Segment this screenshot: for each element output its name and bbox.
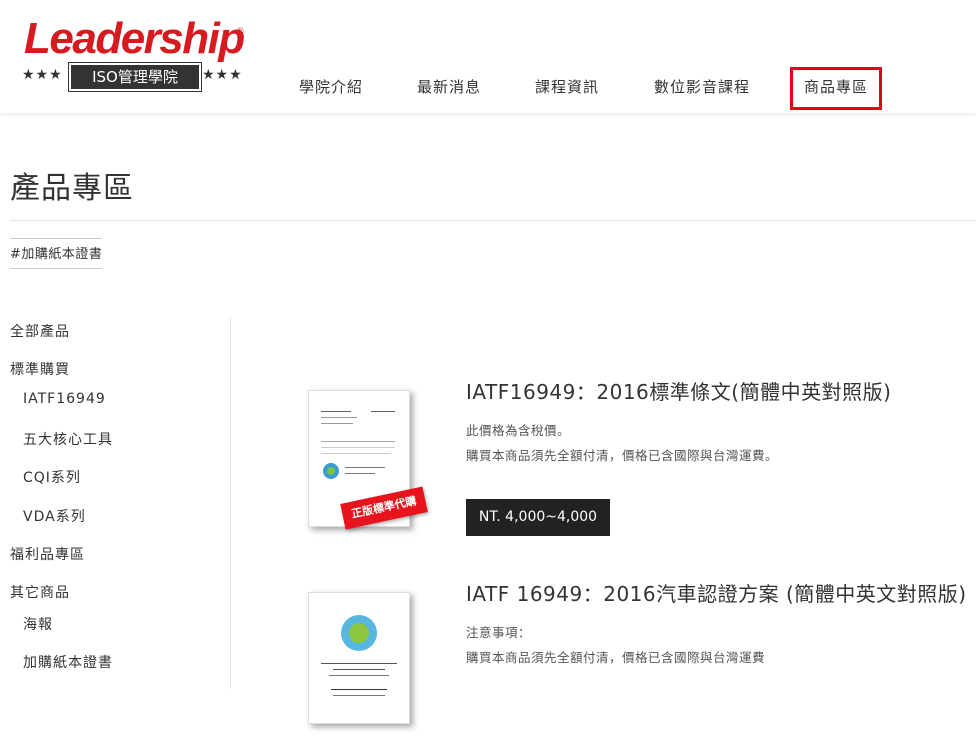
category-sidebar: 全部產品 標準購買 IATF16949 五大核心工具 CQI系列 VDA系列 福… — [0, 318, 231, 689]
nav-item-digital-courses[interactable]: 數位影音課程 — [654, 76, 750, 97]
sidebar-item-core-tools[interactable]: 五大核心工具 — [23, 429, 113, 449]
site-logo[interactable]: Leadership ® ★★★ ISO管理學院 ★★★ — [22, 16, 248, 96]
nav-item-about[interactable]: 學院介紹 — [299, 76, 363, 97]
page-title: 產品專區 — [10, 171, 134, 206]
nav-active-highlight — [790, 67, 882, 110]
nav-item-news[interactable]: 最新消息 — [417, 76, 481, 97]
site-header: Leadership ® ★★★ ISO管理學院 ★★★ 學院介紹 最新消息 課… — [0, 0, 976, 113]
sidebar-item-vda[interactable]: VDA系列 — [23, 506, 86, 526]
product-thumbnail[interactable]: 正版標準代購 — [300, 390, 430, 540]
product-thumbnail[interactable] — [300, 592, 430, 742]
logo-stars-left: ★★★ — [22, 67, 63, 83]
sidebar-item-posters[interactable]: 海報 — [23, 614, 53, 634]
product-note: 此價格為含稅價。 — [466, 423, 571, 438]
logo-badge: ISO管理學院 — [68, 62, 202, 92]
document-image — [308, 592, 410, 724]
product-title[interactable]: IATF16949：2016標準條文(簡體中英對照版) — [466, 376, 891, 405]
logo-stars-right: ★★★ — [202, 67, 243, 83]
sidebar-item-all[interactable]: 全部產品 — [10, 321, 70, 341]
nav-item-courses[interactable]: 課程資訊 — [535, 76, 599, 97]
sidebar-item-standards[interactable]: 標準購買 — [10, 359, 70, 379]
product-note: 購買本商品須先全額付清，價格已含國際與台灣運費。 — [466, 448, 779, 463]
product-card: IATF 16949：2016汽車認證方案 (簡體中英文對照版) 注意事項： 購… — [300, 578, 976, 724]
registered-mark: ® — [237, 26, 244, 36]
price-button[interactable]: NT. 4,000~4,000 — [466, 499, 610, 536]
product-note: 購買本商品須先全額付清，價格已含國際與台灣運費 — [466, 650, 766, 665]
sidebar-item-others[interactable]: 其它商品 — [10, 582, 70, 602]
sidebar-item-cqi[interactable]: CQI系列 — [23, 467, 81, 487]
product-note: 注意事項： — [466, 625, 532, 640]
product-card: 正版標準代購 IATF16949：2016標準條文(簡體中英對照版) 此價格為含… — [300, 376, 976, 546]
sidebar-item-certificates[interactable]: 加購紙本證書 — [23, 652, 113, 672]
logo-wordmark: Leadership — [24, 14, 245, 63]
sidebar-item-iatf16949[interactable]: IATF16949 — [23, 391, 106, 407]
product-title[interactable]: IATF 16949：2016汽車認證方案 (簡體中英文對照版) — [466, 578, 967, 607]
title-divider — [10, 220, 976, 221]
tag-link[interactable]: #加購紙本證書 — [10, 238, 103, 269]
sidebar-item-welfare[interactable]: 福利品專區 — [10, 544, 85, 564]
